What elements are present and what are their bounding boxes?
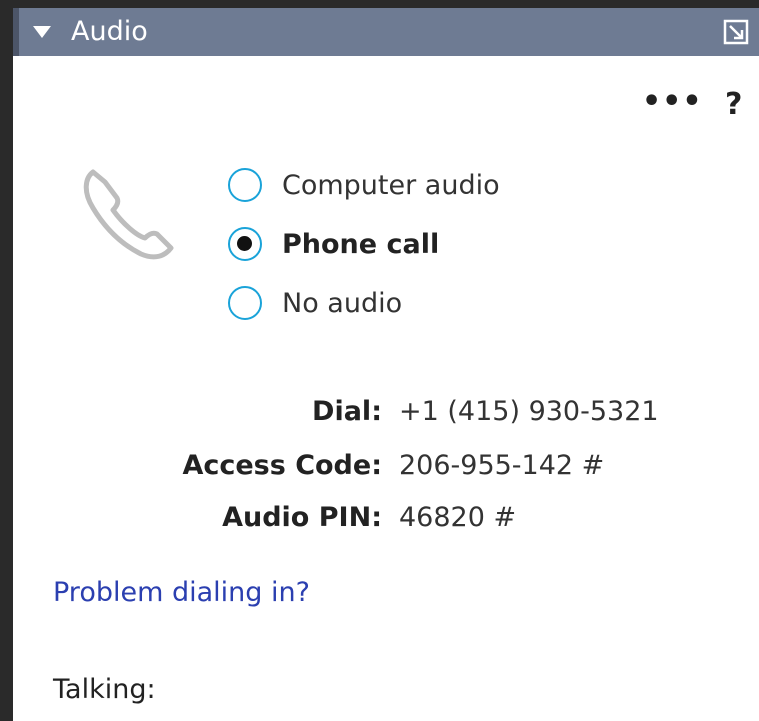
problem-dialing-link[interactable]: Problem dialing in? <box>53 573 310 613</box>
access-code-label: Access Code: <box>182 450 382 481</box>
radio-label-computer-audio: Computer audio <box>282 169 500 201</box>
radio-option-no-audio[interactable]: No audio <box>228 281 402 325</box>
radio-option-computer-audio[interactable]: Computer audio <box>228 163 500 207</box>
header-edge <box>13 8 19 56</box>
radio-option-phone-call[interactable]: Phone call <box>228 222 439 266</box>
panel-title: Audio <box>71 16 148 47</box>
access-code-value: 206-955-142 # <box>399 450 605 481</box>
radio-label-phone-call: Phone call <box>282 228 440 260</box>
radio-computer-audio[interactable] <box>228 168 262 202</box>
caret-down-icon[interactable] <box>33 26 51 38</box>
radio-no-audio[interactable] <box>228 286 262 320</box>
talking-label: Talking: <box>53 674 156 705</box>
popout-icon[interactable] <box>723 19 749 45</box>
panel-header[interactable]: Audio <box>13 8 759 56</box>
radio-label-no-audio: No audio <box>282 287 403 319</box>
audio-pin-value: 46820 # <box>399 502 517 533</box>
dial-label: Dial: <box>312 396 382 427</box>
dial-row: Dial: +1 (415) 930-5321 <box>13 392 759 432</box>
access-code-row: Access Code: 206-955-142 # <box>13 446 759 486</box>
help-icon[interactable]: ? <box>725 88 742 122</box>
audio-pin-label: Audio PIN: <box>222 502 382 533</box>
audio-pin-row: Audio PIN: 46820 # <box>13 498 759 538</box>
phone-icon <box>83 169 174 260</box>
dial-value: +1 (415) 930-5321 <box>399 396 659 427</box>
radio-phone-call[interactable] <box>228 227 262 261</box>
more-options-icon[interactable]: ••• <box>642 87 703 117</box>
audio-panel: Audio ••• ? Computer audio Phone call No… <box>13 8 759 721</box>
app-background: Audio ••• ? Computer audio Phone call No… <box>0 0 759 721</box>
